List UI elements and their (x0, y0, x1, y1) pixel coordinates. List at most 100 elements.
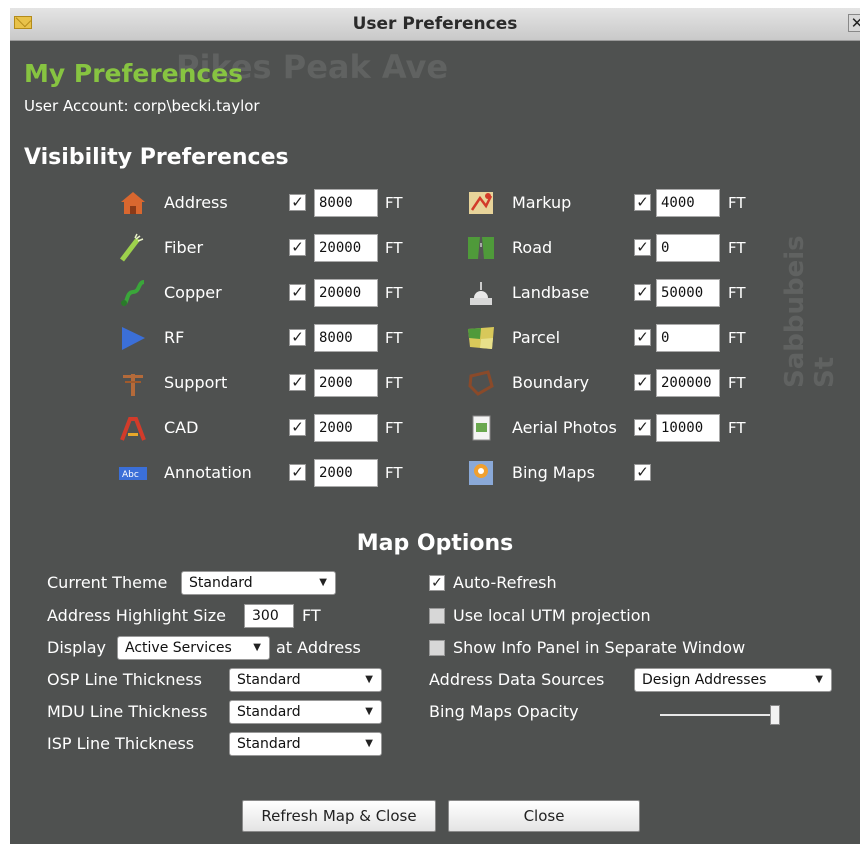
layer-visible-checkbox[interactable]: ✓ (289, 239, 306, 256)
layer-visible-checkbox[interactable]: ✓ (289, 464, 306, 481)
layer-visible-checkbox[interactable]: ✓ (289, 194, 306, 211)
display-value: Active Services (125, 640, 232, 656)
osp-line-thickness-select[interactable]: Standard ▼ (229, 668, 382, 692)
close-button[interactable]: Close (448, 800, 640, 832)
auto-refresh-checkbox[interactable]: ✓ (429, 575, 445, 591)
layer-name: CAD (164, 418, 199, 437)
background-map-label-2: Sabbubeis St (780, 235, 840, 388)
layer-scale-input[interactable]: 20000 (314, 234, 378, 262)
user-account-label: User Account: corp\becki.taylor (24, 97, 260, 115)
layer-scale-input[interactable]: 0 (656, 234, 720, 262)
parcel-icon (466, 323, 496, 353)
layer-visible-checkbox[interactable]: ✓ (634, 329, 651, 346)
utm-projection-checkbox[interactable] (429, 608, 445, 624)
chevron-down-icon: ▼ (365, 738, 373, 749)
user-preferences-dialog: Pikes Peak Ave Sabbubeis St User Prefere… (10, 8, 860, 844)
chevron-down-icon: ▼ (253, 642, 261, 653)
layer-name: Aerial Photos (512, 418, 617, 437)
close-icon[interactable]: ✕ (848, 14, 860, 32)
layer-unit-label: FT (728, 374, 746, 392)
layer-name: Boundary (512, 373, 590, 392)
layer-scale-input[interactable]: 2000 (314, 414, 378, 442)
layer-visible-checkbox[interactable]: ✓ (289, 284, 306, 301)
isp-line-thickness-label: ISP Line Thickness (47, 734, 195, 753)
layer-unit-label: FT (385, 419, 403, 437)
layer-visible-checkbox[interactable]: ✓ (634, 284, 651, 301)
current-theme-value: Standard (189, 575, 253, 591)
info-panel-label: Show Info Panel in Separate Window (453, 638, 746, 657)
layer-name: Markup (512, 193, 572, 212)
layer-scale-input[interactable]: 2000 (314, 459, 378, 487)
refresh-map-close-button[interactable]: Refresh Map & Close (242, 800, 436, 832)
layer-scale-input[interactable]: 8000 (314, 324, 378, 352)
layer-scale-input[interactable]: 10000 (656, 414, 720, 442)
layer-unit-label: FT (385, 374, 403, 392)
opacity-slider-track[interactable] (660, 714, 776, 716)
layer-scale-input[interactable]: 200000 (656, 369, 720, 397)
layer-scale-input[interactable]: 2000 (314, 369, 378, 397)
window-title: User Preferences (352, 14, 518, 34)
pole-icon (118, 368, 148, 398)
utm-projection-label: Use local UTM projection (453, 606, 651, 625)
layer-visible-checkbox[interactable]: ✓ (634, 419, 651, 436)
layer-scale-input[interactable]: 8000 (314, 189, 378, 217)
chevron-down-icon: ▼ (365, 706, 373, 717)
layer-name: Support (164, 373, 228, 392)
layer-scale-input[interactable]: 0 (656, 324, 720, 352)
layer-name: Annotation (164, 463, 252, 482)
mdu-line-thickness-select[interactable]: Standard ▼ (229, 700, 382, 724)
layer-row-rf: RF ✓ 8000 FT (118, 323, 418, 353)
map-options-heading: Map Options (356, 531, 514, 556)
layer-visible-checkbox[interactable]: ✓ (289, 419, 306, 436)
layer-visible-checkbox[interactable]: ✓ (634, 194, 651, 211)
current-theme-select[interactable]: Standard ▼ (181, 571, 336, 595)
house-icon (118, 188, 148, 218)
layer-unit-label: FT (728, 239, 746, 257)
layer-row-annotation: Abc Annotation ✓ 2000 FT (118, 458, 418, 488)
annotation-icon: Abc (118, 458, 148, 488)
opacity-slider-thumb[interactable] (770, 705, 780, 725)
auto-refresh-label: Auto-Refresh (453, 573, 557, 592)
layer-visible-checkbox[interactable]: ✓ (634, 374, 651, 391)
layer-unit-label: FT (385, 239, 403, 257)
boundary-icon (466, 368, 496, 398)
mdu-line-thickness-value: Standard (237, 704, 301, 720)
layer-row-bing-maps: Bing Maps ✓ (466, 458, 766, 488)
layer-name: Fiber (164, 238, 204, 257)
copper-wire-icon (118, 278, 148, 308)
info-panel-checkbox[interactable] (429, 640, 445, 656)
address-highlight-unit: FT (302, 606, 321, 625)
chevron-down-icon: ▼ (815, 674, 823, 685)
layer-name: Parcel (512, 328, 561, 347)
mdu-line-thickness-label: MDU Line Thickness (47, 702, 208, 721)
display-select[interactable]: Active Services ▼ (117, 636, 270, 660)
current-theme-label: Current Theme (47, 573, 168, 592)
layer-visible-checkbox[interactable]: ✓ (289, 374, 306, 391)
layer-name: RF (164, 328, 185, 347)
rf-triangle-icon (118, 323, 148, 353)
layer-name: Landbase (512, 283, 590, 302)
layer-row-parcel: Parcel ✓ 0 FT (466, 323, 766, 353)
layer-visible-checkbox[interactable]: ✓ (634, 464, 651, 481)
bing-maps-icon (466, 458, 496, 488)
layer-name: Bing Maps (512, 463, 595, 482)
address-highlight-input[interactable]: 300 (244, 604, 294, 628)
layer-row-aerial-photos: Aerial Photos ✓ 10000 FT (466, 413, 766, 443)
chevron-down-icon: ▼ (365, 674, 373, 685)
isp-line-thickness-select[interactable]: Standard ▼ (229, 732, 382, 756)
title-bar[interactable]: User Preferences ✕ (10, 8, 860, 41)
layer-visible-checkbox[interactable]: ✓ (634, 239, 651, 256)
address-highlight-label: Address Highlight Size (47, 606, 226, 625)
layer-scale-input[interactable]: 4000 (656, 189, 720, 217)
layer-row-fiber: Fiber ✓ 20000 FT (118, 233, 418, 263)
layer-unit-label: FT (728, 194, 746, 212)
layer-name: Road (512, 238, 553, 257)
layer-scale-input[interactable]: 50000 (656, 279, 720, 307)
osp-line-thickness-label: OSP Line Thickness (47, 670, 202, 689)
layer-row-copper: Copper ✓ 20000 FT (118, 278, 418, 308)
layer-scale-input[interactable]: 20000 (314, 279, 378, 307)
address-data-sources-select[interactable]: Design Addresses ▼ (634, 668, 832, 692)
layer-unit-label: FT (728, 329, 746, 347)
osp-line-thickness-value: Standard (237, 672, 301, 688)
layer-visible-checkbox[interactable]: ✓ (289, 329, 306, 346)
